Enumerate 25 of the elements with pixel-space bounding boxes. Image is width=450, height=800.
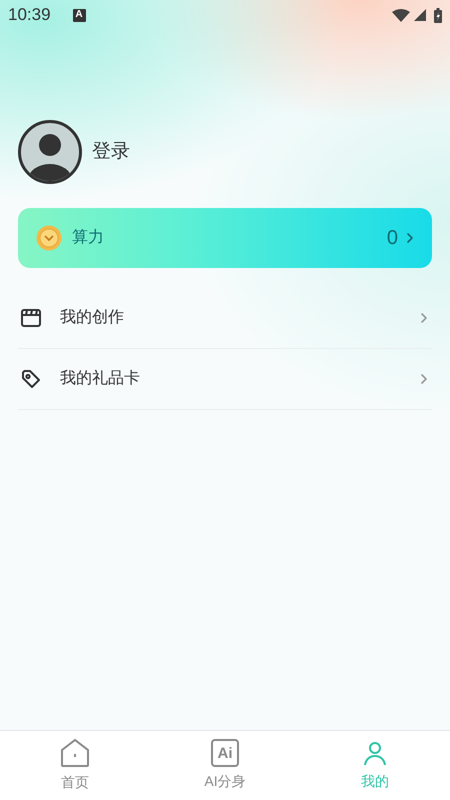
chevron-right-icon	[420, 373, 428, 385]
menu-label: 我的创作	[60, 308, 124, 328]
points-label: 算力	[72, 228, 104, 248]
clapperboard-icon	[20, 308, 42, 328]
ai-icon: Ai	[211, 739, 239, 767]
points-card[interactable]: 算力 0	[18, 208, 432, 268]
menu-item[interactable]: 我的创作	[18, 288, 432, 349]
menu-label: 我的礼品卡	[60, 368, 140, 389]
signal-icon	[414, 9, 426, 21]
tab-item[interactable]: 首页	[0, 731, 150, 800]
tab-item[interactable]: Ai AI分身	[150, 731, 300, 800]
home-icon	[59, 738, 91, 768]
battery-icon	[434, 8, 442, 22]
avatar-icon	[18, 120, 82, 184]
chevron-right-icon	[406, 232, 414, 244]
wifi-icon	[392, 8, 410, 22]
menu-item[interactable]: 我的礼品卡	[18, 349, 432, 410]
notification-icon: A	[72, 8, 86, 22]
chevron-right-icon	[420, 312, 428, 324]
login-button[interactable]: 登录	[92, 138, 130, 166]
user-icon	[361, 739, 389, 767]
tag-icon	[20, 368, 42, 390]
coin-icon	[36, 225, 62, 251]
status-time: 10:39	[8, 4, 51, 26]
points-value: 0	[386, 226, 398, 251]
